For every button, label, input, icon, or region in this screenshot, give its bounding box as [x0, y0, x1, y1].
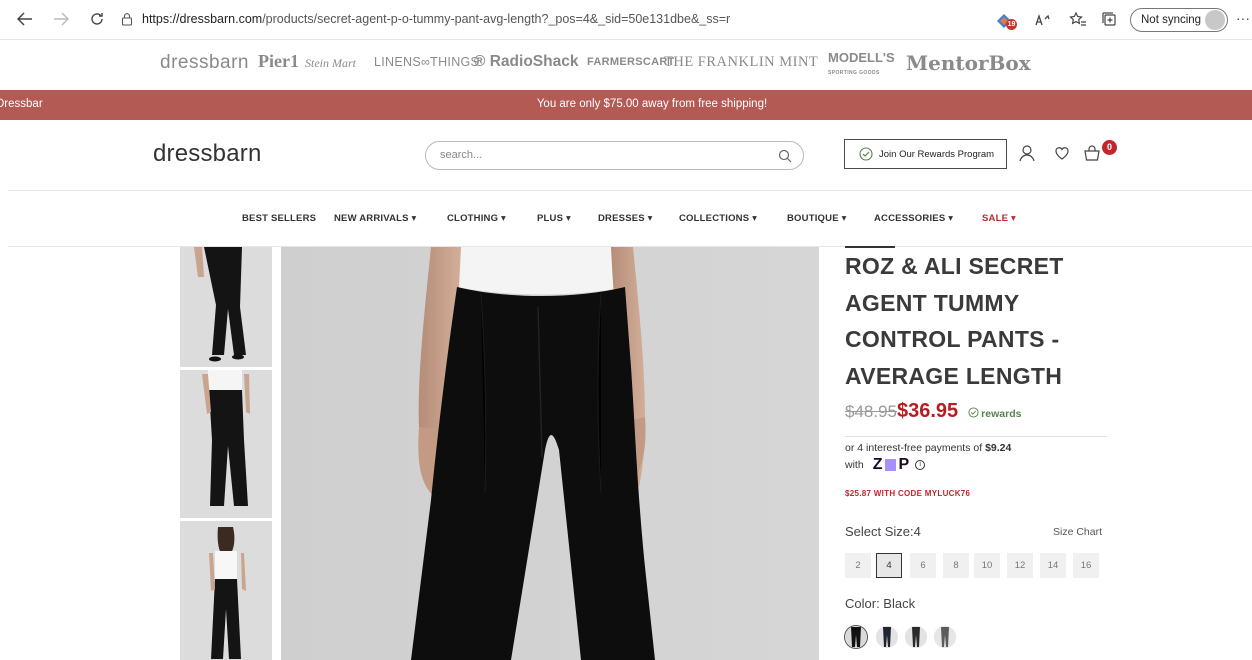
sync-label: Not syncing [1141, 14, 1202, 26]
price-row: $48.95 $36.95 rewards [845, 400, 1021, 424]
brand-link-linens-things[interactable]: LINENS∞THINGS [374, 55, 479, 69]
charcoal-pants-swatch-icon [905, 626, 927, 648]
select-size-label: Select Size:4 [845, 524, 921, 539]
color-swatch-navy[interactable] [876, 626, 898, 648]
installments-text: or 4 interest-free payments of $9.24 [845, 440, 1011, 456]
check-circle-icon [968, 407, 979, 418]
size-option-4[interactable]: 4 [876, 553, 902, 578]
rewards-tag-label: rewards [981, 408, 1022, 420]
nav-boutique[interactable]: BOUTIQUE ▾ [787, 213, 847, 224]
brand-link-franklin-mint[interactable]: THE FRANKLIN MINT [664, 54, 818, 71]
join-rewards-button[interactable]: Join Our Rewards Program [844, 139, 1007, 169]
header-divider [8, 190, 1252, 191]
site-logo[interactable]: dressbarn [153, 140, 262, 168]
url-path: /products/secret-agent-p-o-tummy-pant-av… [262, 12, 731, 26]
black-pants-swatch-icon [845, 626, 867, 648]
nav-clothing[interactable]: CLOTHING ▾ [447, 213, 506, 224]
product-main-image[interactable] [281, 247, 819, 660]
search-input[interactable] [440, 149, 760, 161]
size-option-8[interactable]: 8 [943, 553, 969, 578]
promo-code-text: $25.87 WITH CODE MYLUCK76 [845, 489, 971, 498]
brand-strip: dressbarn Pier1 Stein Mart LINENS∞THINGS… [0, 40, 1252, 88]
grey-pants-swatch-icon [934, 626, 956, 648]
nav-best-sellers[interactable]: BEST SELLERS [242, 213, 316, 224]
price-divider [845, 436, 1107, 437]
url-host: https://dressbarn.com [142, 12, 263, 26]
size-chart-link[interactable]: Size Chart [1053, 526, 1102, 538]
account-icon[interactable] [1017, 143, 1037, 163]
forward-arrow-icon[interactable] [50, 8, 72, 30]
zip-payment-row: with ZP i [845, 456, 926, 474]
nav-sale[interactable]: SALE ▾ [982, 213, 1016, 224]
size-option-2[interactable]: 2 [845, 553, 871, 578]
wishlist-heart-icon[interactable] [1052, 143, 1072, 163]
full-model-thumbnail-image [180, 521, 272, 660]
model-pants-photo [281, 247, 819, 660]
nav-dresses[interactable]: DRESSES ▾ [598, 213, 653, 224]
modells-label: MODELL'S [828, 50, 895, 65]
shipping-promo-bar: Dressbar You are only $75.00 away from f… [0, 90, 1252, 120]
model-thumbnail-image [180, 370, 272, 518]
zip-logo[interactable]: ZP [873, 456, 910, 474]
cart-count-badge: 0 [1102, 140, 1117, 155]
zip-logo-mark [885, 459, 897, 471]
main-navigation: BEST SELLERS NEW ARRIVALS ▾ CLOTHING ▾ P… [0, 213, 1252, 233]
more-menu-icon[interactable]: ··· [1236, 10, 1250, 26]
extension-badge: 19 [1006, 19, 1017, 30]
nav-plus[interactable]: PLUS ▾ [537, 213, 571, 224]
brand-link-dressbarn[interactable]: dressbarn [160, 52, 249, 74]
brand-link-modells[interactable]: MODELL'S SPORTING GOODS [828, 50, 895, 79]
size-option-16[interactable]: 16 [1073, 553, 1099, 578]
navy-pants-swatch-icon [876, 626, 898, 648]
size-option-10[interactable]: 10 [974, 553, 1000, 578]
lock-icon[interactable] [120, 12, 134, 26]
brand-link-farmerscart[interactable]: FARMERSCART [587, 56, 675, 68]
size-option-12[interactable]: 12 [1007, 553, 1033, 578]
avatar [1205, 10, 1225, 30]
browser-toolbar: https://dressbarn.com/products/secret-ag… [0, 0, 1252, 40]
free-shipping-message: You are only $75.00 away from free shipp… [536, 98, 768, 110]
color-swatch-grey[interactable] [934, 626, 956, 648]
search-bar[interactable] [425, 141, 804, 170]
rewards-button-label: Join Our Rewards Program [879, 148, 995, 160]
read-aloud-icon[interactable] [1032, 10, 1052, 30]
brand-link-radioshack[interactable]: ® RadioShack [474, 53, 578, 71]
product-thumbnail-1[interactable] [180, 247, 272, 367]
refresh-icon[interactable] [86, 8, 108, 30]
size-option-6[interactable]: 6 [910, 553, 936, 578]
with-label: with [845, 459, 864, 471]
search-icon[interactable] [778, 149, 792, 163]
rewards-tag[interactable]: rewards [968, 407, 1021, 420]
brand-link-stein-mart[interactable]: Stein Mart [305, 56, 356, 71]
original-price: $48.95 [845, 402, 897, 421]
zip-letter-z: Z [872, 456, 884, 473]
installments-label: or 4 interest-free payments of [845, 442, 986, 454]
nav-accessories[interactable]: ACCESSORIES ▾ [874, 213, 953, 224]
favorites-star-icon[interactable] [1068, 10, 1088, 30]
info-icon[interactable]: i [915, 460, 926, 470]
color-label: Color: Black [845, 596, 916, 611]
color-swatch-black[interactable] [845, 626, 867, 648]
collections-icon[interactable] [1100, 10, 1120, 30]
back-arrow-icon[interactable] [14, 8, 36, 30]
size-option-14[interactable]: 14 [1040, 553, 1066, 578]
cart-bag-icon[interactable] [1082, 143, 1102, 163]
product-thumbnail-2[interactable] [180, 370, 272, 518]
profile-sync-button[interactable]: Not syncing [1130, 8, 1228, 32]
address-bar[interactable]: https://dressbarn.com/products/secret-ag… [142, 12, 730, 26]
product-thumbnail-3[interactable] [180, 521, 272, 660]
pants-thumbnail-image [180, 247, 272, 367]
color-swatch-charcoal[interactable] [905, 626, 927, 648]
sale-price: $36.95 [897, 400, 959, 422]
installment-amount: $9.24 [985, 442, 1012, 454]
nav-new-arrivals[interactable]: NEW ARRIVALS ▾ [334, 213, 417, 224]
brand-link-mentorbox[interactable]: MentorBox [906, 51, 1031, 75]
zip-letter-p: P [898, 456, 911, 473]
check-circle-icon [859, 147, 873, 161]
nav-collections[interactable]: COLLECTIONS ▾ [679, 213, 757, 224]
modells-tagline-icon: SPORTING GOODS [828, 70, 880, 76]
product-title: ROZ & ALI SECRET AGENT TUMMY CONTROL PAN… [845, 253, 1064, 389]
brand-link-pier1[interactable]: Pier1 [258, 51, 299, 72]
